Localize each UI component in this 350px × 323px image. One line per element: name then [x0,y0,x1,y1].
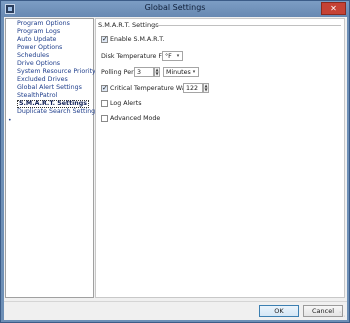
ok-button[interactable]: OK [259,305,299,317]
chevron-down-icon: ▾ [192,69,196,75]
critical-temp-value: 122 [186,85,199,92]
critical-temp-checkbox[interactable] [101,84,108,92]
disk-temp-format-dropdown[interactable]: °F ▾ [162,51,183,61]
enable-smart-checkbox[interactable] [101,35,108,43]
global-settings-window: Global Settings ✕ • Program Options Prog… [0,0,350,323]
window-title: Global Settings [144,3,206,12]
spin-down-icon[interactable]: ▼ [204,88,208,92]
polling-period-stepper[interactable]: ▲ ▼ [154,67,160,77]
polling-unit-dropdown[interactable]: Minutes ▾ [163,67,199,77]
log-alerts-checkbox[interactable] [101,100,108,107]
polling-period-input[interactable]: 3 [134,67,154,77]
close-button[interactable]: ✕ [321,2,346,15]
nav-item-stealthpatrol[interactable]: StealthPatrol [17,92,57,100]
section-title: S.M.A.R.T. Settings [98,21,159,29]
resize-grip-icon[interactable]: ⋱ [339,312,345,318]
title-bar[interactable]: Global Settings ✕ [1,1,349,17]
dialog-client-area: • Program Options Program Logs Auto Upda… [4,17,347,320]
disk-temp-format-value: °F [165,53,172,60]
section-divider [153,25,341,26]
settings-nav-list: • Program Options Program Logs Auto Upda… [5,18,98,298]
log-alerts-label: Log Alerts [110,100,142,107]
spin-down-icon[interactable]: ▼ [155,72,159,76]
advanced-mode-label: Advanced Mode [110,115,161,122]
nav-item-duplicate-search-settings[interactable]: Duplicate Search Settings [17,108,98,116]
selected-bullet-icon: • [8,117,12,124]
critical-temp-input[interactable]: 122 [183,83,203,93]
nav-item-power-options[interactable]: Power Options [17,44,62,52]
nav-item-schedules[interactable]: Schedules [17,52,49,60]
nav-item-program-logs[interactable]: Program Logs [17,28,60,36]
critical-temp-stepper[interactable]: ▲ ▼ [203,83,209,93]
chevron-down-icon: ▾ [176,53,180,59]
nav-item-program-options[interactable]: Program Options [17,20,70,28]
cancel-button[interactable]: Cancel [303,305,343,317]
polling-unit-value: Minutes [166,69,191,76]
footer-divider [4,301,347,302]
smart-settings-panel: S.M.A.R.T. Settings Enable S.M.A.R.T. Di… [95,18,345,298]
nav-item-global-alert-settings[interactable]: Global Alert Settings [17,84,82,92]
nav-item-excluded-drives[interactable]: Excluded Drives [17,76,68,84]
polling-period-value: 3 [137,69,142,76]
nav-item-auto-update[interactable]: Auto Update [17,36,56,44]
advanced-mode-checkbox[interactable] [101,115,108,122]
enable-smart-label: Enable S.M.A.R.T. [110,36,165,43]
nav-item-system-resource-priority[interactable]: System Resource Priority [17,68,96,76]
nav-item-smart-settings[interactable]: S.M.A.R.T. Settings [17,100,89,108]
nav-item-drive-options[interactable]: Drive Options [17,60,60,68]
